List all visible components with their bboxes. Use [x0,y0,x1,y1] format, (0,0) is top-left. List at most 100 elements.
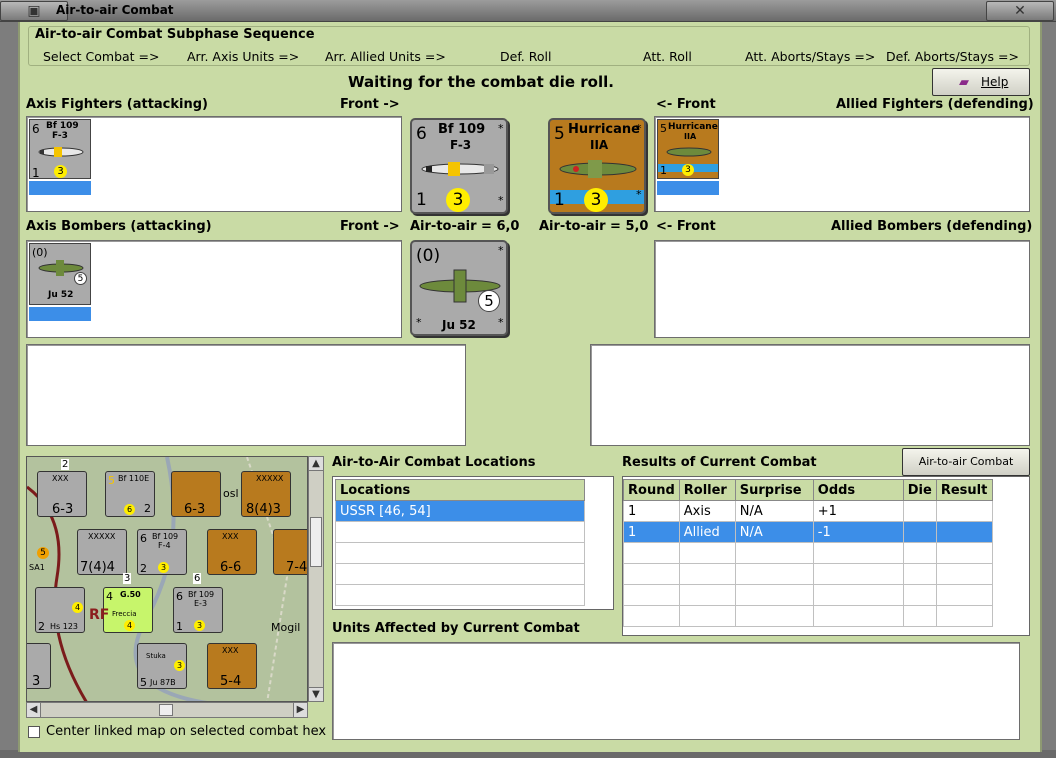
map-unit-bf109e3[interactable]: 6 Bf 109 E-3 1 3 [173,587,223,633]
dialog-client: Air-to-air Combat Subphase Sequence Sele… [18,22,1042,752]
step-arr-axis: Arr. Axis Units => [187,49,300,64]
bf109-large-rating: 3 [446,188,470,212]
combat-chart-button[interactable]: Air-to-air Combat Chart [902,448,1030,494]
star: * [498,316,504,329]
step-def-aborts: Def. Aborts/Stays => [886,49,1019,64]
bf109-small-rating: 3 [54,165,67,178]
results-row-empty [623,542,993,564]
center-map-label: Center linked map on selected combat hex [46,724,327,739]
step-def-roll: Def. Roll [500,49,552,64]
col-surprise: Surprise [734,479,814,501]
location-row[interactable]: USSR [46, 54] [335,500,585,522]
map-unit-soviet-army-3[interactable]: XXX 6-6 [207,529,257,575]
map-unit-soviet-army-2[interactable]: XXXXX 8(4)3 [241,471,291,517]
map-unit-soviet-army-4[interactable]: 7-4 [273,529,307,575]
vscroll-thumb[interactable] [310,517,322,567]
plane-icon [666,147,712,157]
map-unit-bf109f4[interactable]: 6 Bf 109 F-4 2 3 [137,529,187,575]
ju52-small-rating: 5 [74,272,87,285]
results-row-empty [623,563,993,585]
col-result: Result [935,479,993,501]
allied-fighter-counter-small[interactable]: 5 Hurricane IIA 1 3 [657,119,719,195]
map-hex-number: 6 [193,573,202,584]
hurricane-large-rating: 3 [584,188,608,212]
map-unit-soviet-army-1[interactable]: 6-3 [171,471,221,517]
map-unit-g50[interactable]: 4 G.50 Freccia 4 [103,587,153,633]
axis-fighters-list[interactable]: 6 Bf 109 F-3 1 3 [26,116,402,212]
axis-bombers-list[interactable]: (0) 5 Ju 52 [26,240,402,338]
center-map-checkbox[interactable] [28,726,40,738]
help-button[interactable]: ▰ Help [932,68,1030,96]
scroll-down-icon[interactable]: ▼ [309,687,323,701]
affected-units-list[interactable] [332,642,1020,740]
axis-bombers-title: Axis Bombers (attacking) [26,219,212,234]
results-row-empty [623,605,993,627]
map-hex-number: 3 [123,573,132,584]
map-label-osl: osl [223,487,239,500]
results-row[interactable]: 1 Allied N/A -1 [623,521,993,543]
locations-list-frame: Locations USSR [46, 54] [332,476,614,610]
window-close-button[interactable]: ✕ [986,1,1054,21]
map-unit-panzer[interactable]: XXXXX 7(4)4 [77,529,127,575]
allied-fighters-list[interactable]: 5 Hurricane IIA 1 3 [654,116,1030,212]
bf109-small-name2: F-3 [52,131,68,141]
map-unit-corps[interactable]: XXX 6-3 [37,471,87,517]
bf109-large-name: Bf 109 [438,122,486,137]
bf109-small-counter: 6 Bf 109 F-3 1 3 [29,119,91,180]
window-title: Air-to-air Combat [56,3,174,17]
map-label-mogil: Mogil [271,621,301,634]
ju52-large-rating: 5 [478,290,500,312]
book-icon: ▰ [959,75,969,90]
map-label-sa1: SA1 [29,563,45,572]
star: * [416,316,422,329]
map-unit-edge[interactable]: 3 [27,643,51,689]
col-roller: Roller [678,479,736,501]
allied-bombers-title: Allied Bombers (defending) [831,219,1033,234]
locations-title: Air-to-Air Combat Locations [332,455,536,470]
locations-table[interactable]: Locations USSR [46, 54] [335,479,585,606]
axis-fighters-title: Axis Fighters (attacking) [26,97,208,112]
linked-map[interactable]: XXX 6-3 5 Bf 110E 6 2 6-3 XXXXX 8(4)3 XX… [26,456,308,702]
help-label: Help [981,75,1009,89]
step-att-aborts: Att. Aborts/Stays => [745,49,876,64]
col-round: Round [623,479,680,501]
hurricane-small-name: Hurricane [668,122,718,132]
results-table[interactable]: Round Roller Surprise Odds Die Result 1 … [623,479,993,627]
allied-bombers-list[interactable] [654,240,1030,338]
scroll-up-icon[interactable]: ▲ [309,457,323,471]
step-select-combat: Select Combat => [43,49,160,64]
map-unit-bf110[interactable]: 5 Bf 110E 6 2 [105,471,155,517]
scroll-left-icon[interactable]: ◀ [27,703,41,717]
map-unit-soviet-army-5[interactable]: XXX 5-4 [207,643,257,689]
location-row-empty [335,542,585,564]
map-unit-stuka[interactable]: Stuka 3 5 Ju 87B [137,643,187,689]
bf109-large-top: 6 [416,124,427,144]
hurricane-large-counter[interactable]: 5 Hurricane IIA * 1 3 * [548,118,646,214]
map-unit-hs123[interactable]: 4 2 Hs 123 [35,587,85,633]
subphase-sequence: Air-to-air Combat Subphase Sequence Sele… [28,26,1030,66]
map-stack-count: 5 [37,547,49,559]
allied-air-to-air-value: Air-to-air = 5,0 [539,219,649,234]
bf109-large-counter[interactable]: 6 Bf 109 F-3 * 1 3 * [410,118,508,214]
axis-fighter-counter-small[interactable]: 6 Bf 109 F-3 1 3 [29,119,91,195]
window-border-right [1042,22,1056,752]
map-hscrollbar[interactable]: ◀ ▶ [26,702,308,718]
axis-bomber-counter-small[interactable]: (0) 5 Ju 52 [29,243,91,321]
hurricane-large-bottom: 1 [554,190,565,210]
selection-bar [29,181,91,195]
map-label-rf: RF [89,607,110,623]
plane-icon [38,147,84,157]
hscroll-thumb[interactable] [159,704,173,716]
bf109-small-top: 6 [32,122,40,136]
hurricane-small-bottom: 1 [660,164,667,177]
selection-bar [657,181,719,195]
allied-fighters-title: Allied Fighters (defending) [836,97,1034,112]
scroll-right-icon[interactable]: ▶ [293,703,307,717]
sequence-title: Air-to-air Combat Subphase Sequence [35,27,315,42]
ju52-large-name: Ju 52 [442,318,476,332]
results-row[interactable]: 1 Axis N/A +1 [623,500,993,522]
status-message: Waiting for the combat die roll. [348,73,614,91]
allied-info-box [590,344,1030,446]
map-vscrollbar[interactable]: ▲ ▼ [308,456,324,702]
ju52-large-counter[interactable]: (0) * 5 * Ju 52 * [410,240,508,336]
